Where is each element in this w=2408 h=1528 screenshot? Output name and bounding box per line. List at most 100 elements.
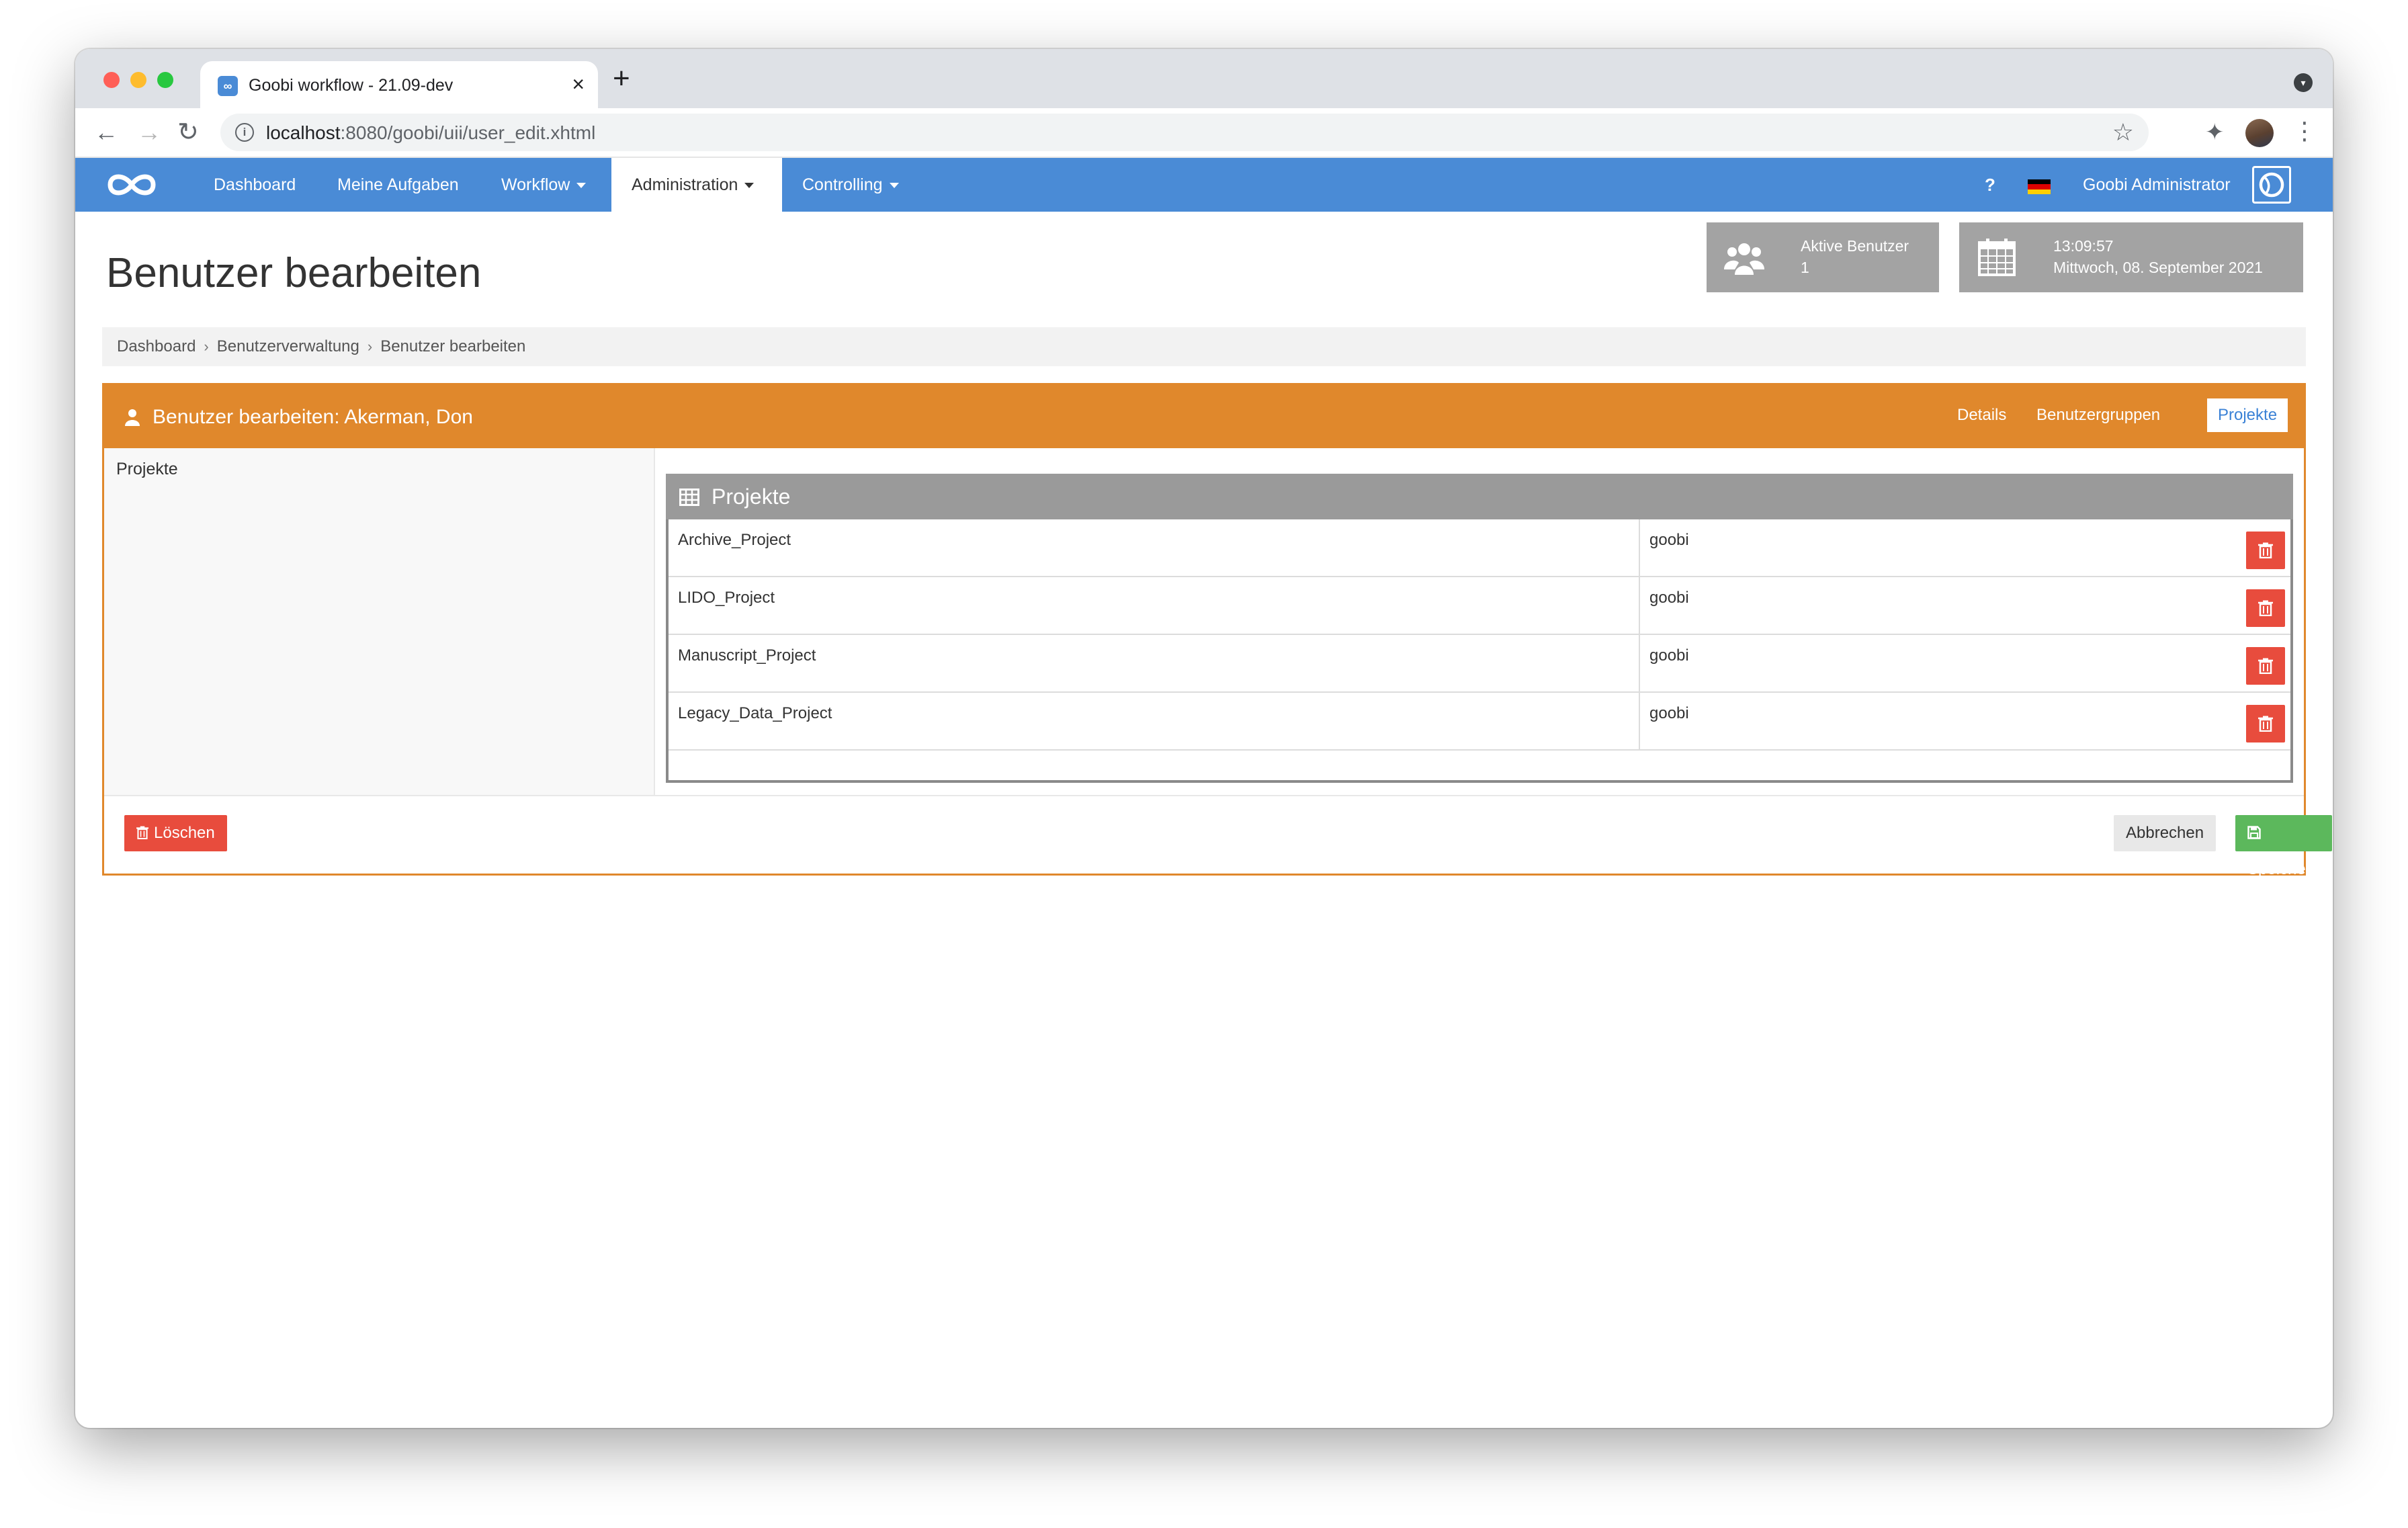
projekte-field-label: Projekte	[116, 460, 178, 478]
active-users-count: 1	[1801, 259, 1809, 276]
panel-body: Projekte Projekte Archive_Project goobi …	[104, 448, 2304, 796]
chevron-down-icon	[576, 183, 587, 189]
save-button[interactable]: Speichern	[2235, 815, 2333, 878]
breadcrumb-dashboard[interactable]: Dashboard	[117, 337, 196, 355]
nav-workflow[interactable]: Workflow	[501, 158, 587, 212]
table-icon	[679, 489, 699, 506]
close-window-button[interactable]	[103, 72, 120, 88]
form-label-column: Projekte	[104, 448, 655, 796]
browser-toolbar: ← → ↻ i localhost:8080/goobi/uii/user_ed…	[75, 108, 2333, 158]
site-info-icon[interactable]: i	[235, 123, 254, 142]
trash-icon	[2258, 658, 2273, 674]
address-bar[interactable]: i localhost:8080/goobi/uii/user_edit.xht…	[220, 114, 2149, 151]
project-owner: goobi	[1649, 704, 1689, 722]
project-owner: goobi	[1649, 531, 1689, 549]
profile-avatar[interactable]	[2245, 119, 2274, 147]
project-name: Archive_Project	[678, 531, 791, 549]
cell-divider	[1639, 693, 1640, 751]
reload-icon[interactable]: ↻	[177, 118, 199, 147]
cancel-label: Abbrechen	[2126, 824, 2204, 842]
project-name: Manuscript_Project	[678, 646, 816, 665]
chevron-right-icon: ›	[204, 338, 209, 355]
user-icon	[125, 409, 140, 426]
trash-icon	[2258, 542, 2273, 558]
projects-table-title: Projekte	[712, 484, 791, 509]
minimize-window-button[interactable]	[130, 72, 146, 88]
browser-window: ∞ Goobi workflow - 21.09-dev × + ▾ ← → ↻…	[75, 49, 2333, 1428]
cancel-button[interactable]: Abbrechen	[2114, 815, 2217, 851]
browser-tab-strip: ∞ Goobi workflow - 21.09-dev × + ▾	[75, 49, 2333, 108]
remove-project-button[interactable]	[2246, 532, 2285, 569]
chevron-down-icon	[744, 183, 755, 189]
date-time-box: 13:09:57 Mittwoch, 08. September 2021	[1959, 222, 2303, 292]
table-row: Legacy_Data_Project goobi	[669, 693, 2290, 751]
page-title: Benutzer bearbeiten	[106, 250, 482, 296]
table-row: Manuscript_Project goobi	[669, 635, 2290, 693]
projects-table-header: Projekte	[666, 474, 2293, 519]
browser-tab-active[interactable]: ∞ Goobi workflow - 21.09-dev ×	[200, 61, 598, 108]
tab-search-icon[interactable]: ▾	[2294, 73, 2313, 92]
trash-icon	[136, 826, 148, 839]
extensions-puzzle-icon[interactable]: ✦	[2205, 119, 2225, 146]
nav-workflow-label: Workflow	[501, 175, 570, 194]
bookmark-star-icon[interactable]: ☆	[2112, 119, 2134, 146]
infinity-logo-icon[interactable]	[102, 166, 161, 204]
project-owner: goobi	[1649, 589, 1689, 607]
form-value-column: Projekte Archive_Project goobi LIDO_Proj…	[655, 448, 2304, 796]
cell-divider	[1639, 519, 1640, 577]
url-host: localhost	[266, 122, 341, 143]
projects-table-box: Projekte Archive_Project goobi LIDO_Proj…	[666, 474, 2293, 783]
users-icon	[1724, 243, 1764, 275]
table-row: Archive_Project goobi	[669, 519, 2290, 577]
breadcrumb-current: Benutzer bearbeiten	[380, 337, 526, 355]
url-path: :8080/goobi/uii/user_edit.xhtml	[340, 122, 596, 143]
goobi-favicon-icon: ∞	[218, 76, 238, 96]
nav-administration[interactable]: Administration	[611, 158, 782, 212]
delete-user-button[interactable]: Löschen	[124, 815, 227, 851]
close-tab-icon[interactable]: ×	[572, 72, 585, 96]
breadcrumb-benutzerverwaltung[interactable]: Benutzerverwaltung	[217, 337, 359, 355]
trash-icon	[2258, 716, 2273, 732]
current-time: 13:09:57	[2053, 237, 2114, 255]
back-arrow-icon[interactable]: ←	[94, 118, 118, 147]
project-name: LIDO_Project	[678, 589, 775, 607]
cell-divider	[1639, 577, 1640, 635]
help-icon[interactable]: ?	[1985, 173, 1995, 197]
tab-benutzergruppen[interactable]: Benutzergruppen	[2026, 398, 2171, 432]
remove-project-button[interactable]	[2246, 705, 2285, 742]
active-users-label: Aktive Benutzer	[1801, 237, 1909, 255]
remove-project-button[interactable]	[2246, 647, 2285, 685]
forward-arrow-icon[interactable]: →	[137, 118, 161, 147]
new-tab-icon[interactable]: +	[613, 62, 630, 95]
project-owner: goobi	[1649, 646, 1689, 665]
nav-meine-aufgaben[interactable]: Meine Aufgaben	[337, 158, 459, 212]
breadcrumb: Dashboard › Benutzerverwaltung › Benutzer be…	[102, 327, 2306, 366]
panel-title: Benutzer bearbeiten: Akerman, Don	[153, 406, 473, 428]
project-name: Legacy_Data_Project	[678, 704, 832, 722]
current-date: Mittwoch, 08. September 2021	[2053, 259, 2263, 276]
table-row: LIDO_Project goobi	[669, 577, 2290, 635]
maximize-window-button[interactable]	[157, 72, 173, 88]
user-avatar-icon[interactable]	[2252, 166, 2291, 204]
tab-details[interactable]: Details	[1946, 398, 2017, 432]
nav-dashboard[interactable]: Dashboard	[214, 158, 296, 212]
tab-projekte[interactable]: Projekte	[2207, 398, 2288, 432]
nav-controlling[interactable]: Controlling	[802, 158, 899, 212]
app-navbar: Dashboard Meine Aufgaben Workflow Admini…	[75, 158, 2333, 212]
chevron-down-icon	[889, 183, 899, 189]
nav-administration-label: Administration	[632, 175, 738, 194]
save-label: Speichern	[2247, 860, 2321, 878]
nav-dashboard-label: Dashboard	[214, 175, 296, 194]
nav-controlling-label: Controlling	[802, 175, 883, 194]
delete-user-label: Löschen	[154, 824, 215, 842]
floppy-disk-icon	[2247, 825, 2261, 839]
calendar-icon	[1978, 239, 2016, 276]
user-edit-panel: Benutzer bearbeiten: Akerman, Don Detail…	[102, 383, 2333, 878]
remove-project-button[interactable]	[2246, 589, 2285, 627]
user-menu-name[interactable]: Goobi Administrator	[2083, 173, 2231, 197]
browser-menu-icon[interactable]: ⋮	[2292, 116, 2317, 146]
chevron-right-icon: ›	[367, 338, 373, 355]
address-url[interactable]: localhost:8080/goobi/uii/user_edit.xhtml	[266, 122, 595, 144]
trash-icon	[2258, 600, 2273, 616]
german-flag-icon[interactable]	[2028, 179, 2051, 194]
